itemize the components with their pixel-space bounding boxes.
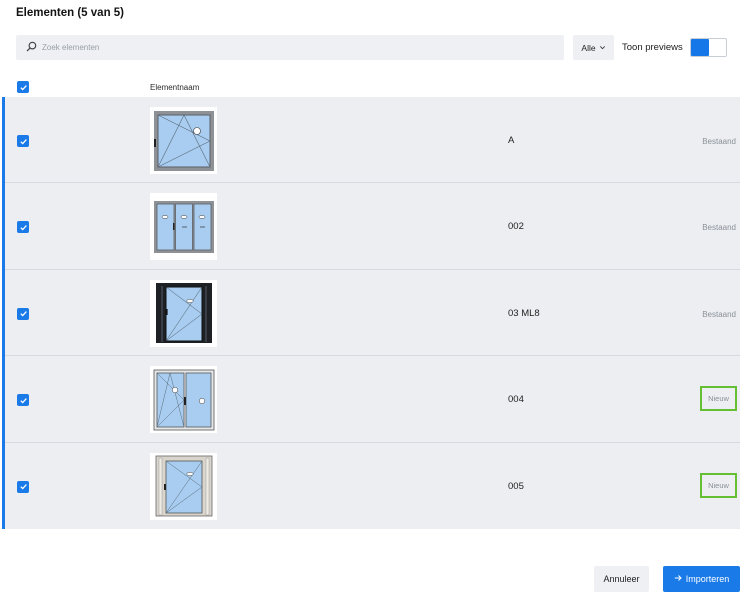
table-row[interactable]: 004 Nieuw bbox=[2, 356, 740, 443]
search-input[interactable] bbox=[42, 43, 542, 52]
column-header-elementnaam: Elementnaam bbox=[150, 83, 200, 92]
checkmark-icon bbox=[19, 484, 27, 490]
element-preview-image bbox=[150, 107, 217, 174]
element-list: A Bestaand 002 Bestaand 03 ML8 Bestaand … bbox=[2, 97, 740, 529]
checkmark-icon bbox=[19, 224, 27, 231]
search-icon bbox=[26, 39, 37, 57]
checkmark-icon bbox=[19, 138, 27, 144]
chevron-down-icon bbox=[599, 43, 606, 53]
element-name: A bbox=[508, 135, 515, 146]
arrow-right-icon bbox=[674, 574, 682, 584]
row-checkbox[interactable] bbox=[17, 307, 29, 320]
status-label: Bestaand bbox=[702, 309, 736, 319]
row-checkbox[interactable] bbox=[17, 221, 29, 234]
dialog-title: Elementen (5 van 5) bbox=[16, 7, 125, 19]
filter-label: Alle bbox=[581, 42, 596, 53]
import-button-label: Importeren bbox=[685, 574, 730, 584]
table-row[interactable]: A Bestaand bbox=[2, 97, 740, 184]
status-label-new: Nieuw bbox=[700, 386, 737, 412]
row-checkbox[interactable] bbox=[17, 135, 29, 147]
filter-dropdown[interactable]: Alle bbox=[573, 35, 614, 60]
element-name: 005 bbox=[508, 480, 524, 492]
row-checkbox[interactable] bbox=[17, 394, 29, 407]
element-name: 002 bbox=[508, 221, 524, 233]
checkmark-icon bbox=[19, 397, 27, 404]
element-name: 004 bbox=[508, 394, 524, 406]
select-all-checkbox[interactable] bbox=[17, 81, 29, 93]
checkmark-icon bbox=[19, 311, 27, 317]
status-label: Bestaand bbox=[702, 223, 736, 233]
previews-toggle-label: Toon previews bbox=[622, 42, 683, 53]
toggle-knob bbox=[691, 39, 709, 56]
status-label-new: Nieuw bbox=[700, 472, 737, 498]
row-checkbox[interactable] bbox=[17, 480, 29, 493]
table-row[interactable]: 03 ML8 Bestaand bbox=[2, 269, 740, 357]
element-preview-image bbox=[150, 452, 217, 520]
import-button[interactable]: Importeren bbox=[663, 566, 740, 592]
table-row[interactable]: 002 Bestaand bbox=[2, 183, 740, 270]
previews-toggle[interactable] bbox=[690, 38, 727, 57]
element-name: 03 ML8 bbox=[508, 307, 540, 319]
table-row[interactable]: 005 Nieuw bbox=[2, 442, 740, 529]
search-bar[interactable] bbox=[16, 35, 564, 60]
cancel-button[interactable]: Annuleer bbox=[594, 566, 649, 592]
status-label: Bestaand bbox=[702, 137, 736, 146]
checkmark-icon bbox=[19, 84, 27, 90]
element-preview-image bbox=[150, 193, 217, 261]
element-preview-image bbox=[150, 279, 217, 347]
element-preview-image bbox=[150, 366, 217, 434]
